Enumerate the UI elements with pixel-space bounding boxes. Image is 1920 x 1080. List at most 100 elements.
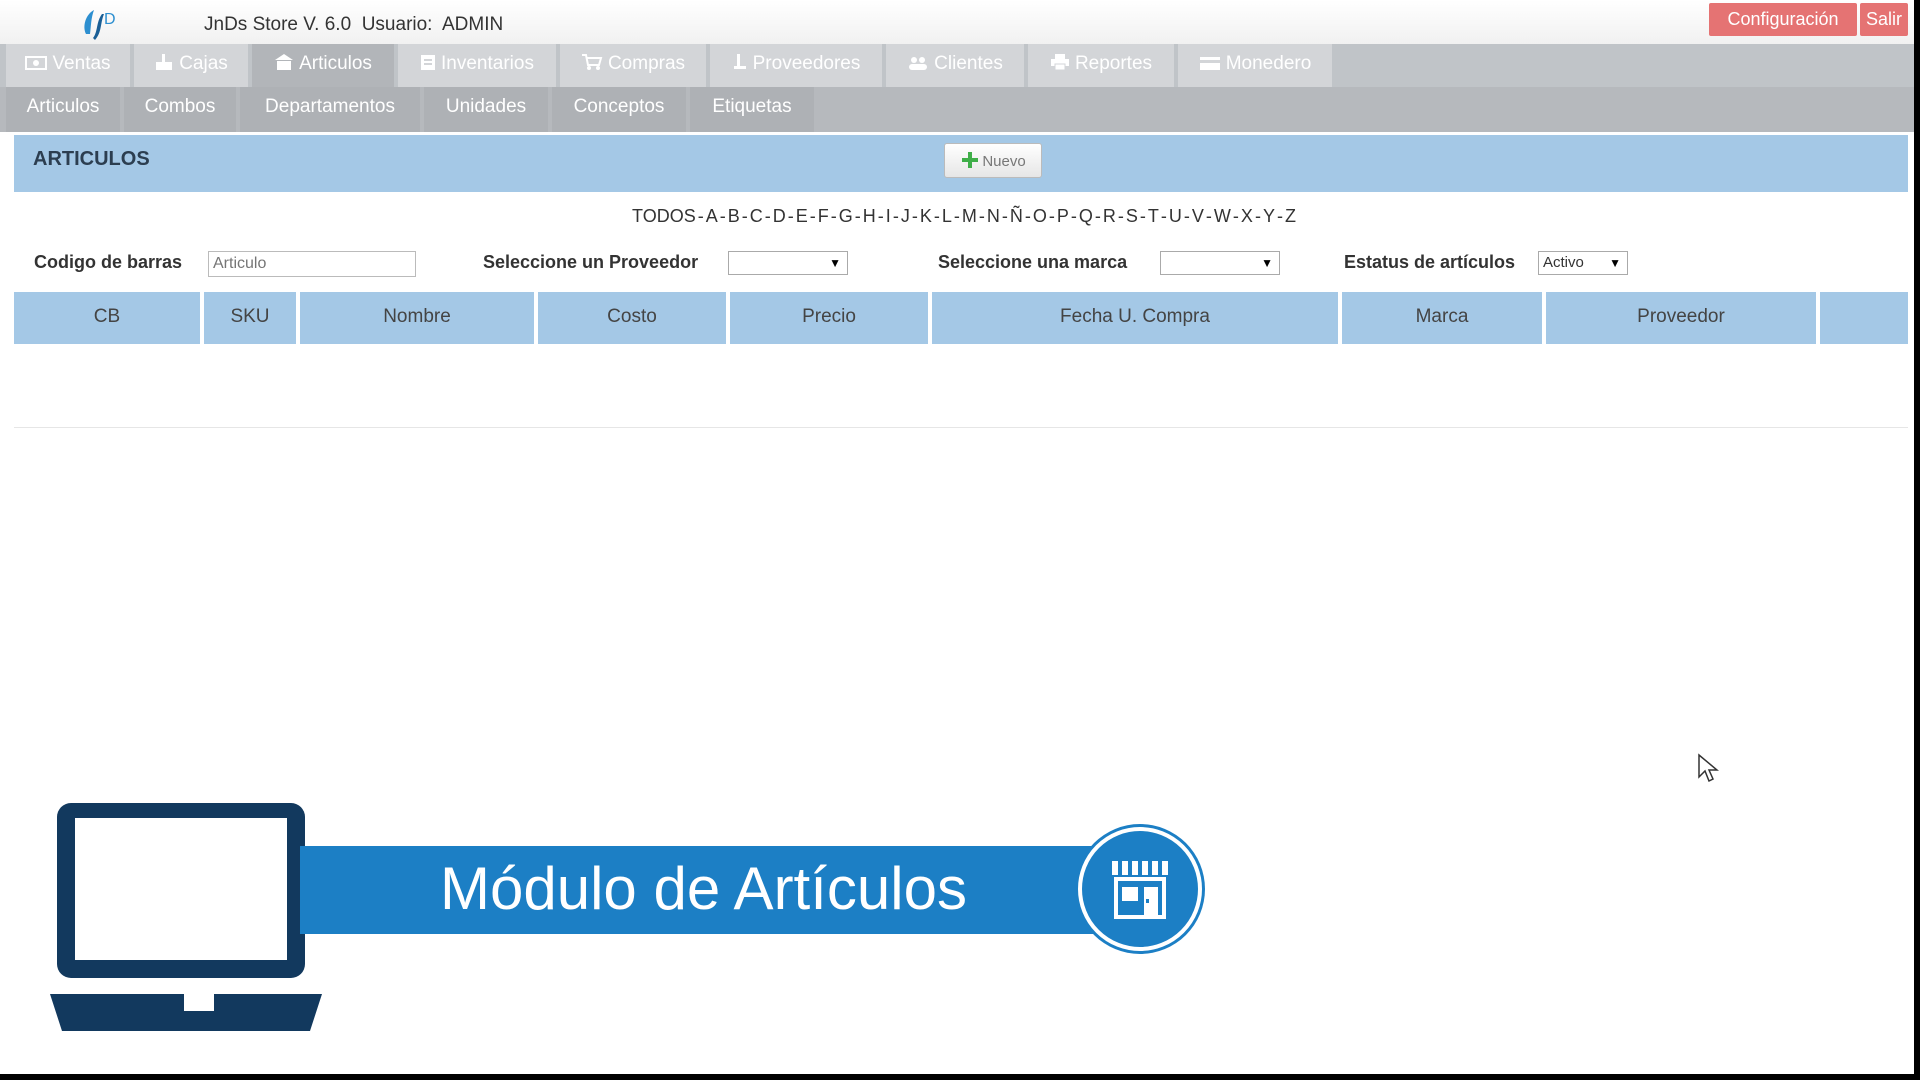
dolly-icon bbox=[733, 54, 746, 69]
column-header[interactable]: Precio bbox=[730, 292, 928, 344]
column-header[interactable]: Proveedor bbox=[1546, 292, 1816, 344]
alpha-separator: - bbox=[1160, 206, 1167, 226]
clipboard-icon bbox=[421, 55, 436, 70]
status-select-value: Activo bbox=[1543, 254, 1584, 271]
subtab-departamentos[interactable]: Departamentos bbox=[240, 87, 420, 132]
alpha-filter-link[interactable]: X bbox=[1241, 206, 1253, 226]
tab-label: Proveedores bbox=[752, 53, 861, 74]
alpha-separator: - bbox=[787, 206, 794, 226]
alpha-separator: - bbox=[719, 206, 726, 226]
column-header[interactable]: SKU bbox=[204, 292, 296, 344]
column-header[interactable]: Fecha U. Compra bbox=[932, 292, 1338, 344]
alpha-filter-link[interactable]: L bbox=[942, 206, 952, 226]
status-select[interactable]: Activo ▼ bbox=[1538, 251, 1628, 275]
brand-select[interactable]: ▼ bbox=[1160, 251, 1280, 275]
alpha-separator: - bbox=[953, 206, 960, 226]
alpha-filter-link[interactable]: D bbox=[773, 206, 786, 226]
plus-icon bbox=[962, 152, 979, 168]
brand-label: Seleccione una marca bbox=[938, 252, 1128, 272]
barcode-input[interactable] bbox=[208, 251, 416, 277]
alpha-filter-link[interactable]: B bbox=[728, 206, 740, 226]
column-header[interactable]: Costo bbox=[538, 292, 726, 344]
alpha-separator: - bbox=[1024, 206, 1031, 226]
banner-bar: Módulo de Artículos bbox=[300, 846, 1110, 934]
tab-cajas[interactable]: Cajas bbox=[134, 44, 248, 87]
alpha-separator: - bbox=[1048, 206, 1055, 226]
alpha-filter-link[interactable]: K bbox=[920, 206, 932, 226]
tab-articulos[interactable]: Articulos bbox=[252, 44, 394, 87]
column-header[interactable]: Nombre bbox=[300, 292, 534, 344]
banner-title: Módulo de Artículos bbox=[440, 855, 967, 922]
alpha-separator: - bbox=[877, 206, 884, 226]
store-icon bbox=[275, 54, 294, 70]
column-header[interactable]: Marca bbox=[1342, 292, 1542, 344]
alpha-filter-link[interactable]: M bbox=[962, 206, 977, 226]
alpha-filter-link[interactable]: T bbox=[1148, 206, 1159, 226]
tab-clientes[interactable]: Clientes bbox=[886, 44, 1024, 87]
alpha-filter-link[interactable]: N bbox=[987, 206, 1000, 226]
exit-button[interactable]: Salir bbox=[1860, 3, 1908, 36]
tab-ventas[interactable]: Ventas bbox=[6, 44, 130, 87]
subtab-combos[interactable]: Combos bbox=[124, 87, 236, 132]
alpha-separator: - bbox=[697, 206, 704, 226]
subtab-etiquetas[interactable]: Etiquetas bbox=[690, 87, 814, 132]
cart-icon bbox=[581, 54, 603, 70]
main-nav: Ventas Cajas Articulos Inventarios Compr… bbox=[0, 44, 1914, 87]
alpha-filter-link[interactable]: H bbox=[863, 206, 876, 226]
table-header: CB SKU Nombre Costo Precio Fecha U. Comp… bbox=[14, 292, 1908, 344]
alpha-filter-link[interactable]: W bbox=[1214, 206, 1231, 226]
alpha-filter-link[interactable]: O bbox=[1033, 206, 1047, 226]
alpha-separator: - bbox=[809, 206, 816, 226]
tab-reportes[interactable]: Reportes bbox=[1028, 44, 1174, 87]
alpha-separator: - bbox=[911, 206, 918, 226]
alpha-filter-link[interactable]: A bbox=[706, 206, 718, 226]
subtab-unidades[interactable]: Unidades bbox=[424, 87, 548, 132]
tab-label: Clientes bbox=[934, 53, 1003, 74]
alpha-separator: - bbox=[1232, 206, 1239, 226]
alpha-filter-link[interactable]: TODOS bbox=[632, 206, 696, 226]
subtab-articulos[interactable]: Articulos bbox=[6, 87, 120, 132]
laptop-icon bbox=[50, 803, 322, 1031]
alpha-filter-link[interactable]: Z bbox=[1285, 206, 1296, 226]
alpha-filter-link[interactable]: Q bbox=[1079, 206, 1093, 226]
alpha-filter-link[interactable]: V bbox=[1192, 206, 1204, 226]
app-title: JnDs Store V. 6.0 Usuario: ADMIN bbox=[204, 14, 504, 35]
alpha-filter-link[interactable]: U bbox=[1169, 206, 1182, 226]
alpha-filter-link[interactable]: P bbox=[1057, 206, 1069, 226]
caret-down-icon: ▼ bbox=[1261, 256, 1273, 270]
provider-select[interactable]: ▼ bbox=[728, 251, 848, 275]
new-article-button[interactable]: Nuevo bbox=[944, 143, 1042, 178]
caret-down-icon: ▼ bbox=[829, 256, 841, 270]
alpha-filter-link[interactable]: Y bbox=[1263, 206, 1275, 226]
alpha-separator: - bbox=[1117, 206, 1124, 226]
alpha-filter-link[interactable]: E bbox=[796, 206, 808, 226]
provider-label: Seleccione un Proveedor bbox=[483, 252, 699, 272]
alpha-filter-link[interactable]: R bbox=[1103, 206, 1116, 226]
alpha-separator: - bbox=[1276, 206, 1283, 226]
alpha-filter-link[interactable]: G bbox=[839, 206, 853, 226]
wallet-icon bbox=[1199, 57, 1220, 70]
tab-compras[interactable]: Compras bbox=[560, 44, 706, 87]
sub-nav: Articulos Combos Departamentos Unidades … bbox=[0, 87, 1914, 132]
tab-proveedores[interactable]: Proveedores bbox=[710, 44, 882, 87]
alpha-separator: - bbox=[1205, 206, 1212, 226]
tab-label: Articulos bbox=[299, 53, 372, 74]
app-window: D JnDs Store V. 6.0 Usuario: ADMIN Confi… bbox=[0, 0, 1914, 1074]
config-button[interactable]: Configuración bbox=[1709, 3, 1857, 36]
alpha-filter-link[interactable]: J bbox=[901, 206, 910, 226]
column-header[interactable] bbox=[1820, 292, 1908, 344]
tab-label: Reportes bbox=[1074, 53, 1153, 74]
column-header[interactable]: CB bbox=[14, 292, 200, 344]
panel-header: ARTICULOS Nuevo bbox=[14, 135, 1908, 192]
alpha-filter-link[interactable]: F bbox=[818, 206, 829, 226]
mouse-cursor-icon bbox=[1698, 753, 1719, 783]
alpha-separator: - bbox=[830, 206, 837, 226]
alpha-filter-link[interactable]: Ñ bbox=[1010, 206, 1023, 226]
alpha-filter-link[interactable]: C bbox=[750, 206, 763, 226]
alpha-filter-link[interactable]: S bbox=[1126, 206, 1138, 226]
new-button-label: Nuevo bbox=[982, 153, 1026, 170]
tab-monedero[interactable]: Monedero bbox=[1178, 44, 1332, 87]
subtab-conceptos[interactable]: Conceptos bbox=[552, 87, 686, 132]
tab-label: Inventarios bbox=[441, 53, 534, 74]
tab-inventarios[interactable]: Inventarios bbox=[398, 44, 556, 87]
